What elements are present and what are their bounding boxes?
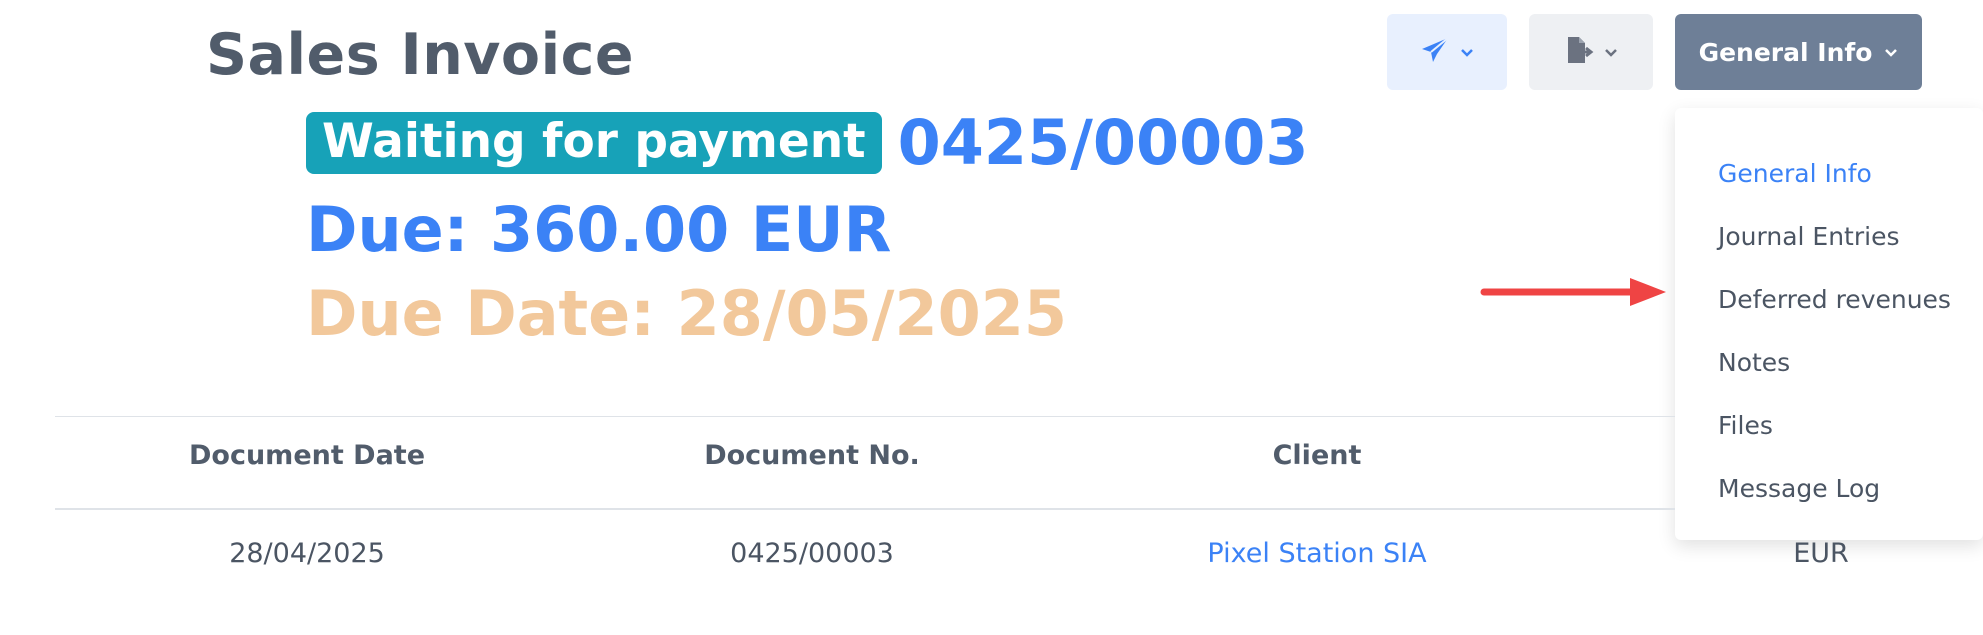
cell-currency: EUR (1793, 538, 1849, 569)
cell-document-date: 28/04/2025 (229, 538, 385, 569)
chevron-down-icon (1604, 43, 1618, 62)
menu-item-files[interactable]: Files (1675, 394, 1983, 457)
menu-item-deferred-revenues[interactable]: Deferred revenues (1675, 268, 1983, 331)
due-date: Due Date: 28/05/2025 (306, 277, 1068, 350)
column-header-client: Client (1272, 440, 1362, 471)
page: Sales Invoice Waiting for payment 0425/0… (0, 0, 1983, 635)
table-top-divider (55, 416, 1675, 417)
cell-document-no: 0425/00003 (730, 538, 894, 569)
general-info-button[interactable]: General Info (1675, 14, 1922, 90)
status-badge: Waiting for payment (306, 112, 882, 174)
chevron-down-icon (1460, 43, 1474, 62)
general-info-dropdown: General Info Journal Entries Deferred re… (1675, 108, 1983, 540)
file-export-icon (1564, 35, 1594, 69)
chevron-down-icon (1884, 43, 1898, 62)
status-row: Waiting for payment 0425/00003 (306, 110, 1309, 176)
column-header-document-no: Document No. (704, 440, 920, 471)
menu-item-general-info[interactable]: General Info (1675, 142, 1983, 205)
menu-item-notes[interactable]: Notes (1675, 331, 1983, 394)
menu-item-message-log[interactable]: Message Log (1675, 457, 1983, 520)
send-button[interactable] (1387, 14, 1507, 90)
export-button[interactable] (1529, 14, 1653, 90)
paper-plane-icon (1420, 36, 1450, 68)
document-number: 0425/00003 (897, 106, 1309, 179)
cell-client-link[interactable]: Pixel Station SIA (1207, 538, 1426, 569)
table-header-divider (55, 508, 1675, 510)
page-title: Sales Invoice (206, 22, 635, 88)
menu-item-journal-entries[interactable]: Journal Entries (1675, 205, 1983, 268)
general-info-label: General Info (1698, 37, 1873, 67)
red-arrow-annotation (1480, 278, 1670, 312)
due-amount: Due: 360.00 EUR (306, 193, 892, 266)
column-header-document-date: Document Date (188, 440, 426, 471)
